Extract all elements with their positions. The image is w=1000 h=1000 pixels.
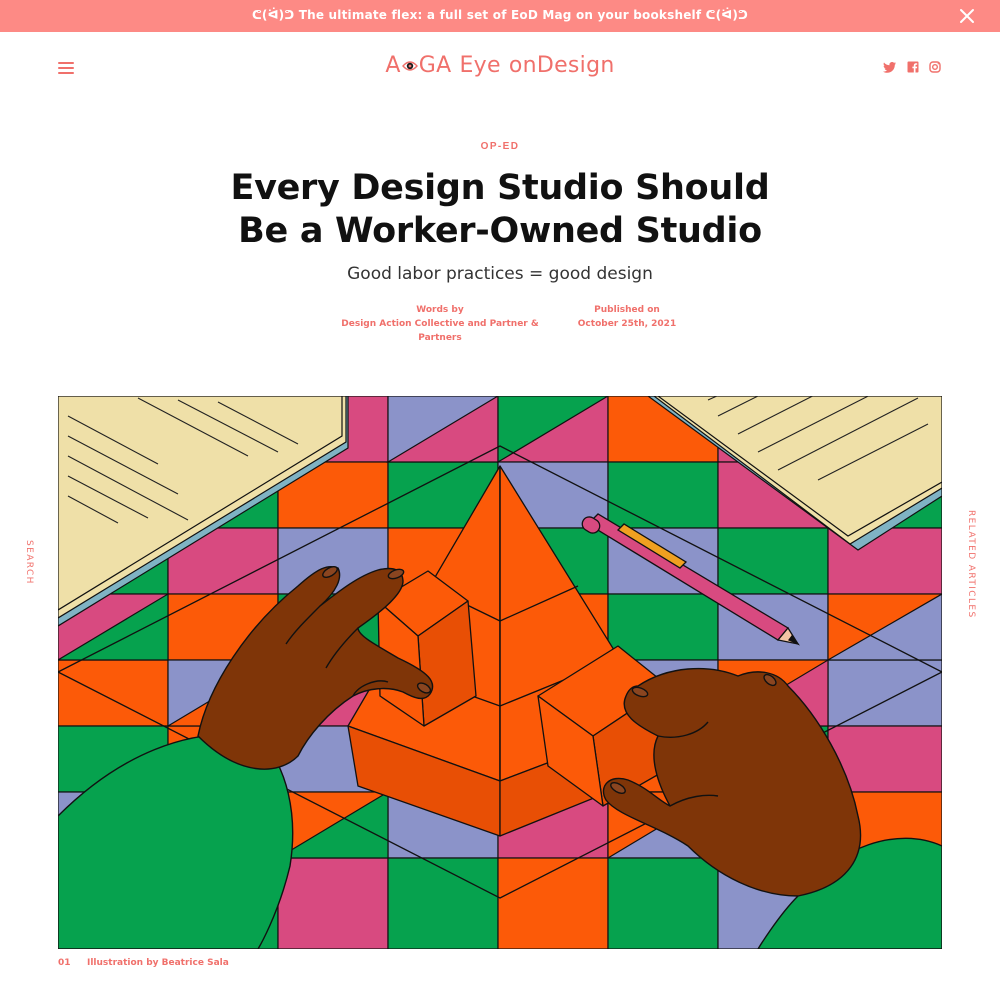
author-link[interactable]: Design Action Collective and Partner & P… [318,317,562,345]
logo-text-on: on [508,53,537,78]
logo-text-design: Design [536,53,615,78]
promo-banner-text[interactable]: ᕦ(ᐛ)ᕤ The ultimate flex: a full set of E… [0,8,1000,22]
facebook-icon[interactable] [906,60,920,74]
article-subtitle: Good labor practices = good design [347,264,653,284]
words-by-label: Words by [416,305,464,315]
image-caption: Illustration by Beatrice Sala [87,958,229,968]
byline: Words by Design Action Collective and Pa… [318,303,562,345]
site-logo[interactable]: A GA Eye onDesign [0,53,1000,78]
hero-illustration [58,396,942,949]
side-related-articles-link[interactable]: RELATED ARTICLES [966,510,976,619]
logo-text-a: A [385,53,401,78]
instagram-icon[interactable] [928,60,942,74]
article-title: Every Design Studio Should Be a Worker-O… [230,168,770,251]
image-caption-number: 01 [58,958,71,968]
published-date: October 25th, 2021 [577,319,677,329]
side-search-link[interactable]: SEARCH [24,540,34,585]
logo-text-eye: Eye [459,53,501,78]
promo-banner: ᕦ(ᐛ)ᕤ The ultimate flex: a full set of E… [0,0,1000,32]
published-label: Published on [594,305,660,315]
eye-logo-icon [401,61,418,71]
twitter-icon[interactable] [883,60,897,74]
publish-info: Published on October 25th, 2021 [570,303,684,331]
article-category[interactable]: OP-ED [0,141,1000,152]
logo-text-ga: GA [418,53,452,78]
close-icon[interactable] [958,7,976,25]
